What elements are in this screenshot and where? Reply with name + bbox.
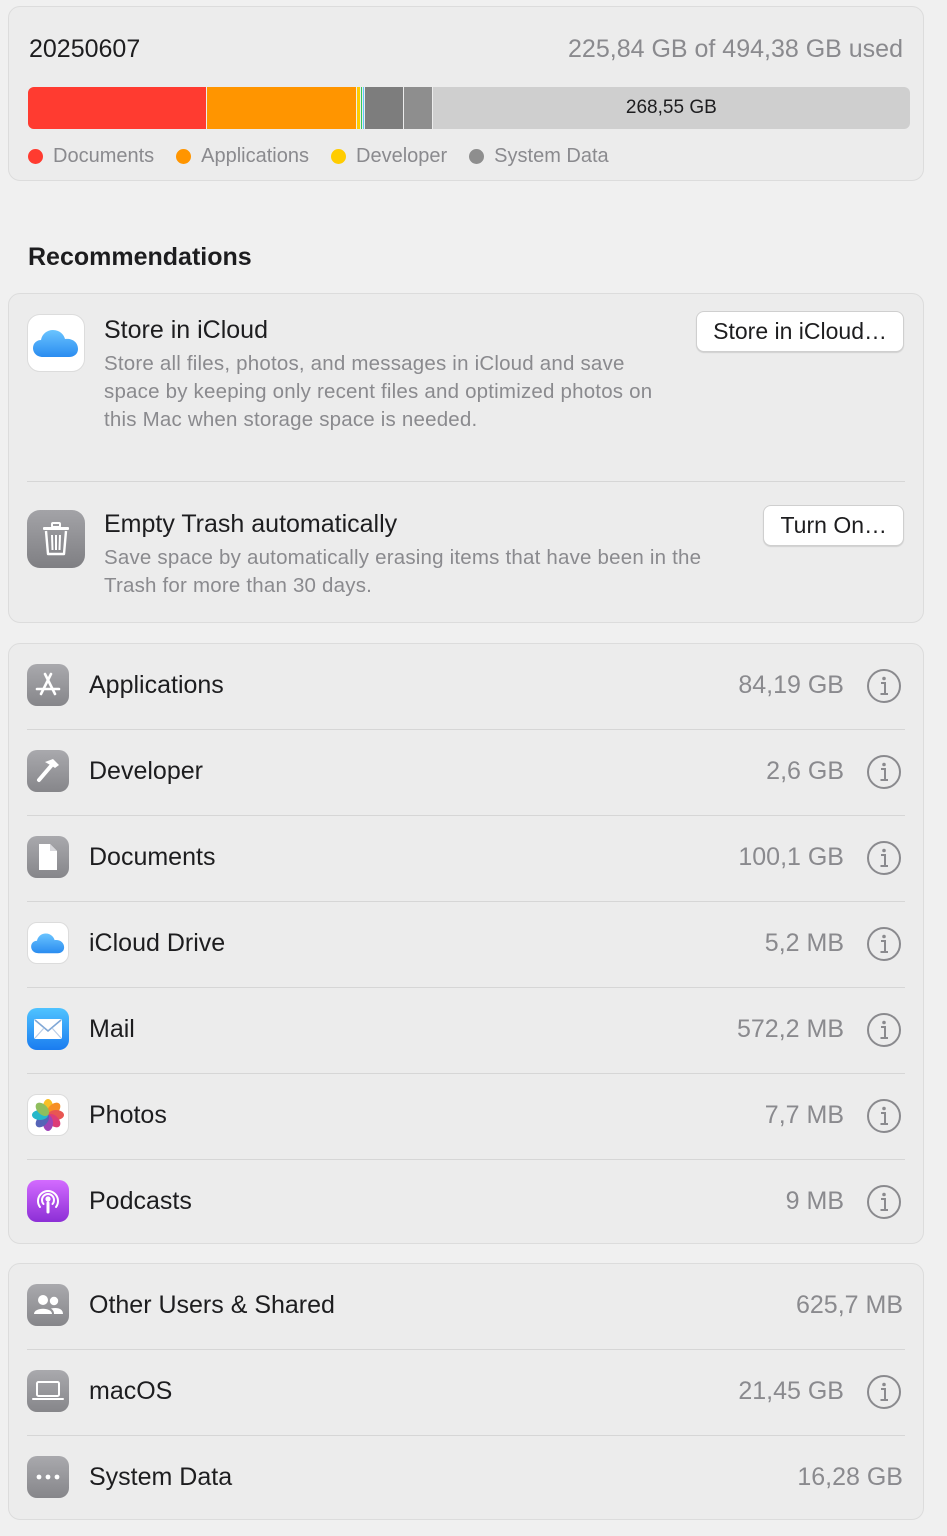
category-size: 7,7 MB — [764, 1101, 844, 1129]
category-size: 572,2 MB — [736, 1015, 844, 1043]
category-row-system-data[interactable]: System Data 16,28 GB — [9, 1436, 923, 1522]
system-storage-card: Other Users & Shared 625,7 MB macOS 21,4… — [8, 1263, 924, 1520]
category-row-icloud-drive[interactable]: iCloud Drive 5,2 MB — [9, 902, 923, 988]
category-row-applications[interactable]: Applications 84,19 GB — [9, 644, 923, 730]
legend-item-documents: Documents — [28, 145, 154, 168]
legend-dot — [331, 149, 346, 164]
storage-usage-bar[interactable]: 268,55 GB — [28, 87, 910, 129]
category-label: Photos — [89, 1101, 167, 1129]
recommendation-empty-trash: Empty Trash automatically Save space by … — [9, 482, 923, 622]
recommendation-description: Store all files, photos, and messages in… — [104, 352, 653, 431]
recommendation-title: Store in iCloud — [104, 316, 268, 344]
legend-label: System Data — [494, 145, 609, 167]
photos-icon — [27, 1094, 69, 1136]
storage-usage-text: 225,84 GB of 494,38 GB used — [568, 35, 903, 63]
category-row-documents[interactable]: Documents 100,1 GB — [9, 816, 923, 902]
recommendation-description: Save space by automatically erasing item… — [104, 546, 702, 597]
category-size: 9 MB — [785, 1187, 844, 1215]
recommendation-store-in-icloud: Store in iCloud Store all files, photos,… — [9, 294, 923, 482]
segment-macos[interactable] — [365, 87, 404, 129]
free-space-segment[interactable]: 268,55 GB — [433, 87, 910, 129]
legend-label: Developer — [356, 145, 448, 167]
segment-applications[interactable] — [206, 87, 357, 129]
trash-icon — [27, 510, 85, 568]
free-space-label: 268,55 GB — [625, 97, 717, 118]
category-size: 625,7 MB — [795, 1291, 903, 1319]
recommendations-heading: Recommendations — [28, 243, 252, 271]
legend-label: Documents — [53, 145, 155, 167]
category-label: Documents — [89, 843, 216, 871]
segment-documents[interactable] — [28, 87, 207, 129]
category-label: Developer — [89, 757, 203, 785]
info-icon[interactable] — [866, 1012, 902, 1048]
legend-dot — [28, 149, 43, 164]
info-icon[interactable] — [866, 926, 902, 962]
legend-dot — [469, 149, 485, 164]
category-size: 84,19 GB — [738, 671, 844, 699]
recommendation-title: Empty Trash automatically — [104, 510, 398, 538]
app-store-icon — [27, 664, 69, 706]
category-label: Mail — [89, 1015, 135, 1043]
info-icon[interactable] — [866, 1184, 902, 1220]
category-label: Other Users & Shared — [89, 1291, 335, 1319]
laptop-icon — [27, 1370, 69, 1412]
legend-label: Applications — [201, 145, 309, 167]
category-size: 5,2 MB — [764, 929, 844, 957]
mail-icon — [27, 1008, 69, 1050]
category-row-photos[interactable]: Photos 7,7 MB — [9, 1074, 923, 1160]
recommendations-card: Store in iCloud Store all files, photos,… — [8, 293, 924, 623]
category-row-macos[interactable]: macOS 21,45 GB — [9, 1350, 923, 1436]
segment-system-data[interactable] — [403, 87, 433, 129]
category-size: 16,28 GB — [797, 1463, 903, 1491]
category-label: System Data — [89, 1463, 233, 1491]
legend-item-applications: Applications — [176, 145, 309, 168]
volume-name: 20250607 — [29, 35, 141, 63]
storage-categories-card: Applications 84,19 GB Developer 2,6 GB D… — [8, 643, 924, 1244]
category-size: 21,45 GB — [738, 1377, 844, 1405]
legend-item-system-data: System Data — [469, 145, 609, 168]
storage-overview-card: 20250607 225,84 GB of 494,38 GB used 268… — [8, 6, 924, 181]
info-icon[interactable] — [866, 840, 902, 876]
category-row-podcasts[interactable]: Podcasts 9 MB — [9, 1160, 923, 1246]
store-in-icloud-button[interactable]: Store in iCloud… — [696, 311, 904, 352]
category-size: 100,1 GB — [738, 843, 844, 871]
info-icon[interactable] — [866, 1374, 902, 1410]
icloud-icon — [27, 314, 85, 372]
category-label: macOS — [89, 1377, 173, 1405]
legend-dot — [176, 149, 192, 164]
podcasts-icon — [27, 1180, 69, 1222]
category-row-mail[interactable]: Mail 572,2 MB — [9, 988, 923, 1074]
category-label: Applications — [89, 671, 224, 699]
info-icon[interactable] — [866, 754, 902, 790]
icloud-icon — [27, 922, 69, 964]
category-label: Podcasts — [89, 1187, 192, 1215]
legend-item-developer: Developer — [331, 145, 447, 168]
users-icon — [27, 1284, 69, 1326]
document-icon — [27, 836, 69, 878]
category-label: iCloud Drive — [89, 929, 226, 957]
storage-legend: Documents Applications Developer System … — [28, 145, 631, 168]
info-icon[interactable] — [866, 1098, 902, 1134]
ellipsis-icon — [27, 1456, 69, 1498]
category-size: 2,6 GB — [766, 757, 844, 785]
turn-on-button[interactable]: Turn On… — [763, 505, 904, 546]
category-row-developer[interactable]: Developer 2,6 GB — [9, 730, 923, 816]
category-row-other-users-shared[interactable]: Other Users & Shared 625,7 MB — [9, 1264, 923, 1350]
hammer-icon — [27, 750, 69, 792]
info-icon[interactable] — [866, 668, 902, 704]
